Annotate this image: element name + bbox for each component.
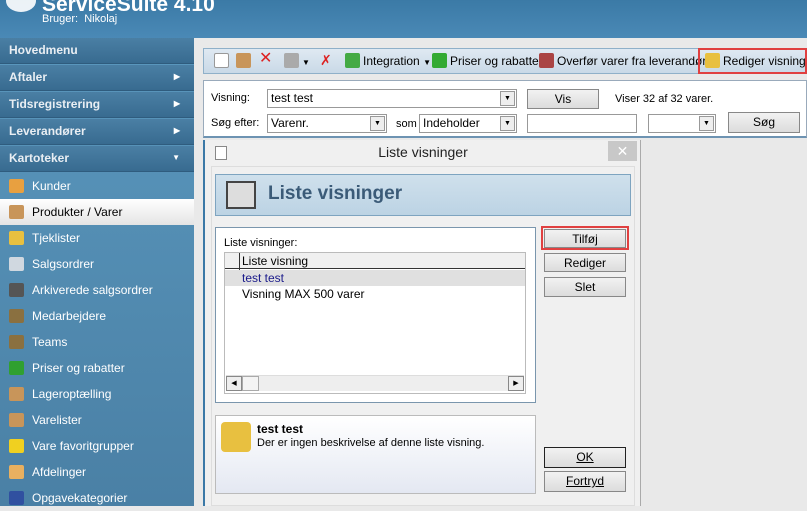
item-icon: [9, 257, 24, 271]
delete-icon[interactable]: ✕: [259, 51, 272, 67]
app-header: ServiceSuite 4.10 Bruger: Nikolaj: [0, 0, 807, 38]
sidebar-item[interactable]: Priser og rabatter: [0, 355, 194, 381]
cancel-button[interactable]: Fortryd: [544, 471, 626, 492]
item-icon: [9, 335, 24, 349]
dropdown-icon[interactable]: ▼: [302, 58, 310, 67]
view-select[interactable]: test test ▼: [267, 89, 517, 108]
item-icon: [9, 283, 24, 297]
sidebar-item[interactable]: Kunder: [0, 173, 194, 199]
edit-button[interactable]: Rediger: [544, 253, 626, 272]
folder-search-icon: [221, 422, 251, 452]
list-views-table: Liste visning test test Visning MAX 500 …: [224, 252, 526, 394]
group-label: Liste visninger:: [224, 237, 298, 249]
sidebar-section-aftaler[interactable]: Aftaler ▶: [0, 65, 194, 91]
print-icon[interactable]: [284, 53, 299, 68]
chevron-right-icon: ▶: [173, 72, 180, 81]
item-icon: [9, 361, 24, 375]
sidebar-item[interactable]: Varelister: [0, 407, 194, 433]
products-icon[interactable]: [236, 53, 251, 68]
list-group: Liste visninger: Liste visning test test…: [215, 227, 536, 403]
extra-select[interactable]: ▼: [648, 114, 716, 133]
status-text: Viser 32 af 32 varer.: [615, 93, 714, 105]
monitor-icon: [226, 181, 256, 209]
sidebar-item[interactable]: Tjeklister: [0, 225, 194, 251]
user-info: Bruger: Nikolaj: [42, 13, 118, 25]
sidebar: Hovedmenu Aftaler ▶ Tidsregistrering ▶ Lev…: [0, 38, 194, 506]
sidebar-section-leverandorer[interactable]: Leverandører ▶: [0, 119, 194, 145]
info-panel: test test Der er ingen beskrivelse af de…: [215, 415, 536, 494]
item-icon: [9, 439, 24, 453]
item-icon: [9, 465, 24, 479]
prices-icon: [432, 53, 447, 68]
transfer-button[interactable]: Overfør varer fra leverandør ▼: [539, 53, 718, 71]
chevron-down-icon: ▼: [500, 116, 515, 131]
item-icon: [9, 491, 24, 505]
item-icon: [9, 309, 24, 323]
chevron-down-icon: ▼: [500, 91, 515, 106]
scroll-thumb[interactable]: [242, 376, 259, 391]
item-icon: [9, 413, 24, 427]
item-icon: [9, 387, 24, 401]
operator-select[interactable]: Indeholder ▼: [419, 114, 517, 133]
list-views-dialog: Liste visninger ✕ Liste visninger Liste …: [203, 140, 641, 506]
item-icon: [9, 179, 24, 193]
show-button[interactable]: Vis: [527, 89, 599, 109]
sidebar-section-kartoteker[interactable]: Kartoteker ▼: [0, 146, 194, 172]
chevron-down-icon: ▼: [699, 116, 714, 131]
add-button[interactable]: Tilføj: [544, 229, 626, 248]
chevron-right-icon: ▶: [173, 126, 180, 135]
clear-filter-icon[interactable]: ✗: [320, 52, 332, 68]
table-row[interactable]: Visning MAX 500 varer: [225, 286, 525, 302]
info-title: test test: [257, 422, 304, 436]
som-label: som: [396, 118, 417, 130]
sidebar-item[interactable]: Vare favoritgrupper: [0, 433, 194, 459]
sidebar-item[interactable]: Lageroptælling: [0, 381, 194, 407]
sidebar-item[interactable]: Arkiverede salgsordrer: [0, 277, 194, 303]
integration-button[interactable]: Integration ▼: [345, 53, 431, 71]
chevron-down-icon: ▼: [172, 153, 180, 162]
close-button[interactable]: ✕: [608, 141, 637, 161]
scroll-right-icon[interactable]: ▶: [508, 376, 524, 391]
search-button[interactable]: Søg: [728, 112, 800, 133]
highlight-box: [698, 48, 807, 74]
sidebar-item[interactable]: Opgavekategorier: [0, 485, 194, 511]
filter-panel: Visning: test test ▼ Vis Viser 32 af 32 v…: [203, 80, 807, 138]
item-icon: [9, 205, 24, 219]
view-label: Visning:: [211, 92, 250, 104]
sidebar-item[interactable]: Produkter / Varer: [0, 199, 194, 225]
scroll-left-icon[interactable]: ◀: [226, 376, 242, 391]
horizontal-scrollbar[interactable]: ◀ ▶: [226, 375, 524, 391]
sidebar-item[interactable]: Teams: [0, 329, 194, 355]
sidebar-item[interactable]: Afdelinger: [0, 459, 194, 485]
table-row[interactable]: test test: [225, 270, 525, 286]
item-icon: [9, 231, 24, 245]
search-input[interactable]: [527, 114, 637, 133]
search-label: Søg efter:: [211, 117, 260, 129]
transfer-icon: [539, 53, 554, 68]
column-header[interactable]: Liste visning: [225, 253, 525, 269]
field-select[interactable]: Varenr. ▼: [267, 114, 387, 133]
chevron-right-icon: ▶: [173, 99, 180, 108]
sidebar-section-hovedmenu[interactable]: Hovedmenu: [0, 38, 194, 64]
chevron-down-icon: ▼: [370, 116, 385, 131]
delete-button[interactable]: Slet: [544, 277, 626, 297]
logo-icon: [6, 0, 36, 12]
banner-title: Liste visninger: [268, 183, 403, 204]
integration-icon: [345, 53, 360, 68]
new-icon[interactable]: [214, 53, 229, 68]
ok-button[interactable]: OK: [544, 447, 626, 468]
dialog-banner: Liste visninger: [215, 174, 631, 216]
sidebar-item[interactable]: Medarbejdere: [0, 303, 194, 329]
sidebar-item[interactable]: Salgsordrer: [0, 251, 194, 277]
dialog-title: Liste visninger: [378, 144, 468, 160]
sidebar-section-tidsregistrering[interactable]: Tidsregistrering ▶: [0, 92, 194, 118]
info-description: Der er ingen beskrivelse af denne liste …: [257, 437, 485, 449]
prices-button[interactable]: Priser og rabatter: [432, 53, 543, 69]
